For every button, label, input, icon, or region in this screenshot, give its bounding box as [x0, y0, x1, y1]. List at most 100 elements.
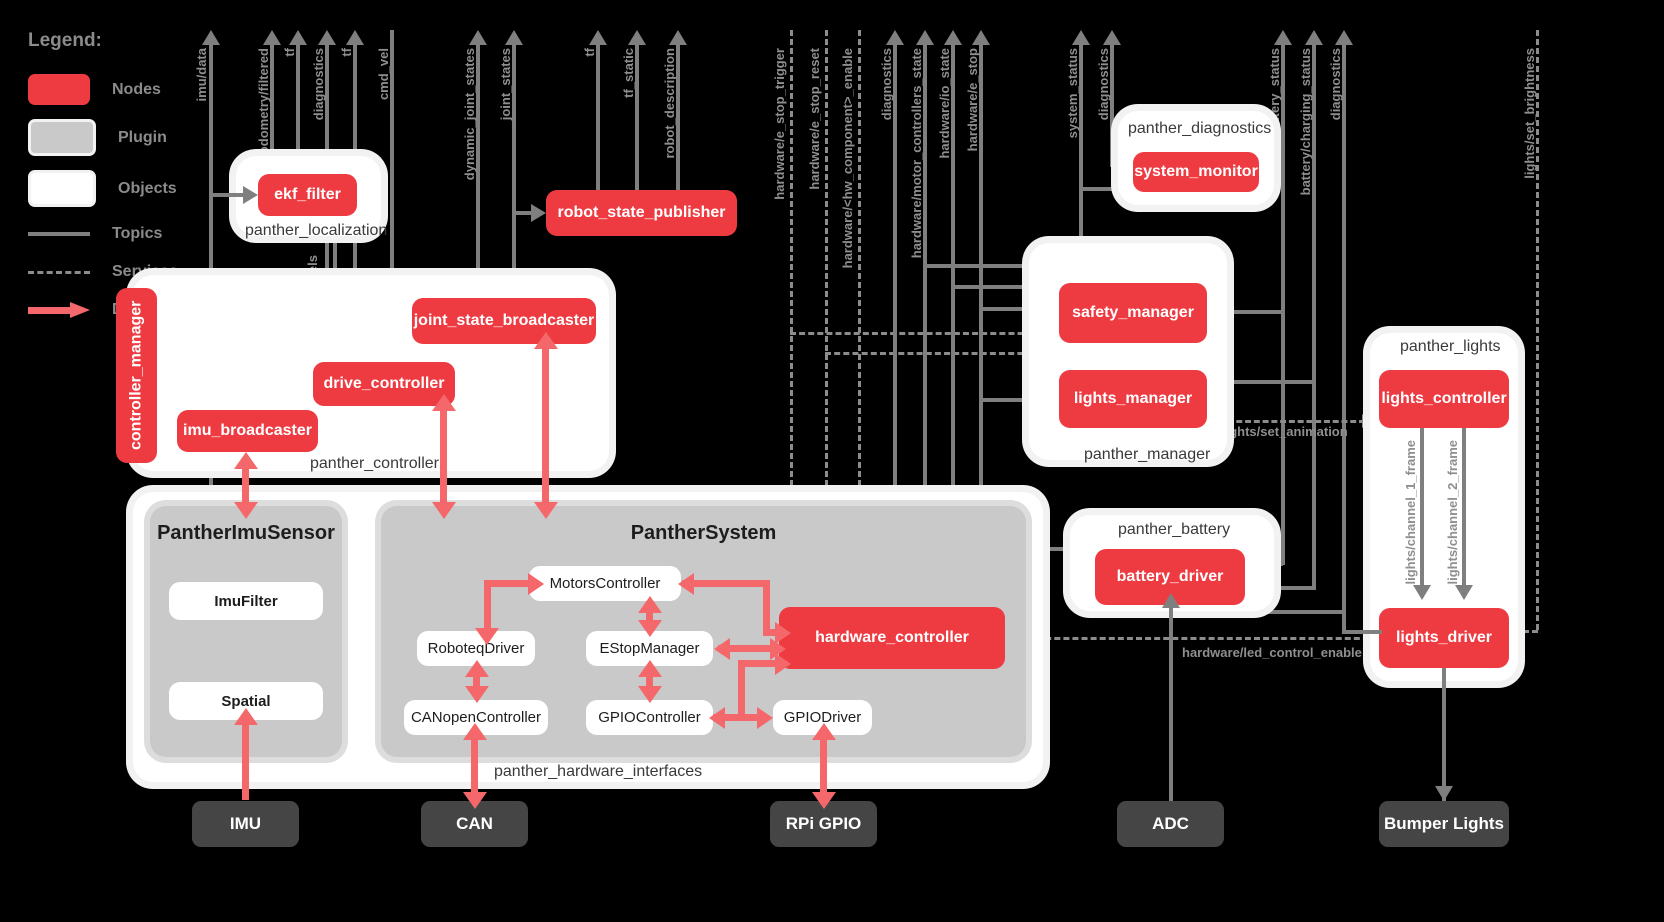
topic-label-tf-3: tf [582, 48, 597, 57]
object-gpio-controller[interactable]: GPIOController [586, 700, 713, 735]
package-label-panther-controller: panther_controller [310, 455, 439, 472]
edge-adc-to-battery [1169, 605, 1173, 801]
diagram-canvas: Legend: Nodes Plugin Objects Topics Serv… [0, 0, 1664, 922]
node-controller-manager[interactable]: controller_manager [116, 288, 157, 463]
arrowhead-tf-3 [589, 30, 607, 45]
package-label-panther-lights: panther_lights [1400, 338, 1501, 355]
arrowhead-canopen-to-can [463, 792, 487, 809]
arrowhead-battery-status [1274, 30, 1292, 45]
node-system-monitor[interactable]: system_monitor [1133, 152, 1259, 192]
arrowhead-tf-2 [346, 30, 364, 45]
arrowhead-io-state [944, 30, 962, 45]
legend-line-service [28, 270, 90, 274]
node-lights-controller[interactable]: lights_controller [1379, 370, 1509, 428]
legend-swatch-node [28, 74, 90, 105]
arrowhead-motors-to-estop [638, 620, 662, 637]
legend-item-nodes: Nodes [28, 74, 214, 105]
arrowhead-e-stop [972, 30, 990, 45]
edge-gpioctl-hwctl-v [738, 660, 745, 715]
hardware-adc: ADC [1117, 801, 1224, 847]
edge-drive-controller-to-system [440, 406, 447, 510]
topic-label-motor-controllers-state: hardware/motor_controllers_state [909, 48, 924, 259]
service-label-led-control-enable: hardware/led_control_enable [1182, 645, 1362, 660]
arrowhead-channel-1-frame [1413, 585, 1431, 600]
arrowhead-adc-to-battery [1162, 593, 1180, 608]
hardware-bumper-lights: Bumper Lights [1379, 801, 1509, 847]
topic-label-cmd-vel: cmd_vel [376, 48, 391, 101]
object-imu-filter[interactable]: ImuFilter [169, 582, 323, 620]
service-label-set-brightness: lights/set_brightness [1522, 48, 1537, 179]
arrowhead-dynamic-joint-states [469, 30, 487, 45]
edge-e-stop-reset-to-safety [825, 352, 1060, 355]
topic-label-odometry-filtered: odometry/filtered [256, 48, 271, 155]
arrowhead-channel-2-frame [1455, 585, 1473, 600]
arrowhead-charging-status [1305, 30, 1323, 45]
edge-imu-to-ekf [211, 193, 245, 197]
node-safety-manager[interactable]: safety_manager [1059, 283, 1207, 343]
arrowhead-gpioctl-to-gpiodrv [757, 707, 773, 729]
legend-item-plugin: Plugin [28, 119, 214, 156]
legend-arrow-data-transfer [28, 302, 90, 318]
arrowhead-joint-states [505, 30, 523, 45]
topic-label-io-state: hardware/io_state [937, 48, 952, 159]
topic-label-joint-states: joint_states [498, 48, 513, 121]
legend-label-topics: Topics [112, 225, 163, 242]
edge-hwctl-motors-h [682, 580, 770, 587]
arrowhead-hwctl-to-estop [714, 638, 730, 660]
edge-gpioctl-hwctl-h2 [713, 714, 743, 721]
arrowhead-canopen-to-roboteq [465, 660, 489, 677]
node-imu-broadcaster[interactable]: imu_broadcaster [177, 410, 318, 452]
topic-label-e-stop: hardware/e_stop [965, 48, 980, 152]
edge-tf-3 [596, 45, 600, 190]
legend-swatch-plugin [28, 119, 96, 156]
edge-to-lights-driver-v [1342, 610, 1346, 632]
legend-title: Legend: [28, 30, 102, 51]
plugin-title-panther-imu-sensor: PantherImuSensor [157, 522, 335, 544]
package-label-panther-manager: panther_manager [1084, 446, 1211, 463]
arrowhead-system-to-jsb [534, 332, 558, 349]
topic-label-dynamic-joint-states: dynamic_joint_states [462, 48, 477, 181]
topic-label-tf-static: tf_static [621, 48, 636, 98]
arrowhead-gpio-to-gpiodriver [812, 723, 836, 740]
arrowhead-tf-static [628, 30, 646, 45]
arrowhead-to-motors-controller [678, 573, 694, 595]
edge-can-to-canopen [471, 735, 478, 800]
legend-swatch-object [28, 170, 96, 207]
service-label-set-animation: lights/set_animation [1222, 424, 1348, 439]
arrowhead-system-to-drive-controller [432, 394, 456, 411]
edge-imu-hw-to-spatial [242, 720, 249, 800]
legend-label-objects: Objects [118, 179, 177, 197]
arrowhead-imu-data [202, 30, 220, 45]
arrowhead-estop-to-gpioctl [638, 686, 662, 703]
arrowhead-tf-1 [289, 30, 307, 45]
package-label-panther-diagnostics: panther_diagnostics [1128, 120, 1272, 137]
edge-diagnostics-4 [1342, 45, 1346, 615]
arrowhead-gpiodriver-to-gpio [812, 792, 836, 809]
edge-set-animation [1210, 420, 1365, 423]
edge-jsb-to-system [542, 344, 549, 510]
edge-channel-2-frame [1462, 428, 1466, 588]
topic-label-charging-status: battery/charging_status [1298, 48, 1313, 196]
arrowhead-diagnostics-3 [1103, 30, 1121, 45]
arrowhead-roboteq-to-canopen [465, 686, 489, 703]
node-robot-state-publisher[interactable]: robot_state_publisher [546, 190, 737, 236]
node-ekf-filter[interactable]: ekf_filter [258, 174, 357, 216]
edge-gpio-to-gpiodriver [820, 735, 827, 800]
arrowhead-jsb-to-system [534, 502, 558, 519]
arrowhead-robot-description [669, 30, 687, 45]
legend-label-nodes: Nodes [112, 80, 161, 98]
legend-item-topics: Topics [28, 225, 214, 243]
arrowhead-odometry-filtered [263, 30, 281, 45]
edge-lights-driver-to-bumper [1442, 668, 1446, 801]
node-hardware-controller[interactable]: hardware_controller [779, 607, 1005, 669]
node-joint-state-broadcaster[interactable]: joint_state_broadcaster [412, 298, 596, 344]
edge-roboteq-to-motors-v [484, 580, 491, 632]
node-lights-manager[interactable]: lights_manager [1059, 370, 1207, 428]
node-lights-driver[interactable]: lights_driver [1379, 608, 1509, 668]
legend-line-topic [28, 232, 90, 236]
arrowhead-drive-controller-to-system [432, 502, 456, 519]
edge-roboteq-to-motors-h [484, 580, 532, 587]
edge-hwctl-motors-v [763, 580, 770, 632]
package-label-panther-hardware-interfaces: panther_hardware_interfaces [494, 763, 703, 780]
topic-label-robot-description: robot_description [662, 48, 677, 159]
